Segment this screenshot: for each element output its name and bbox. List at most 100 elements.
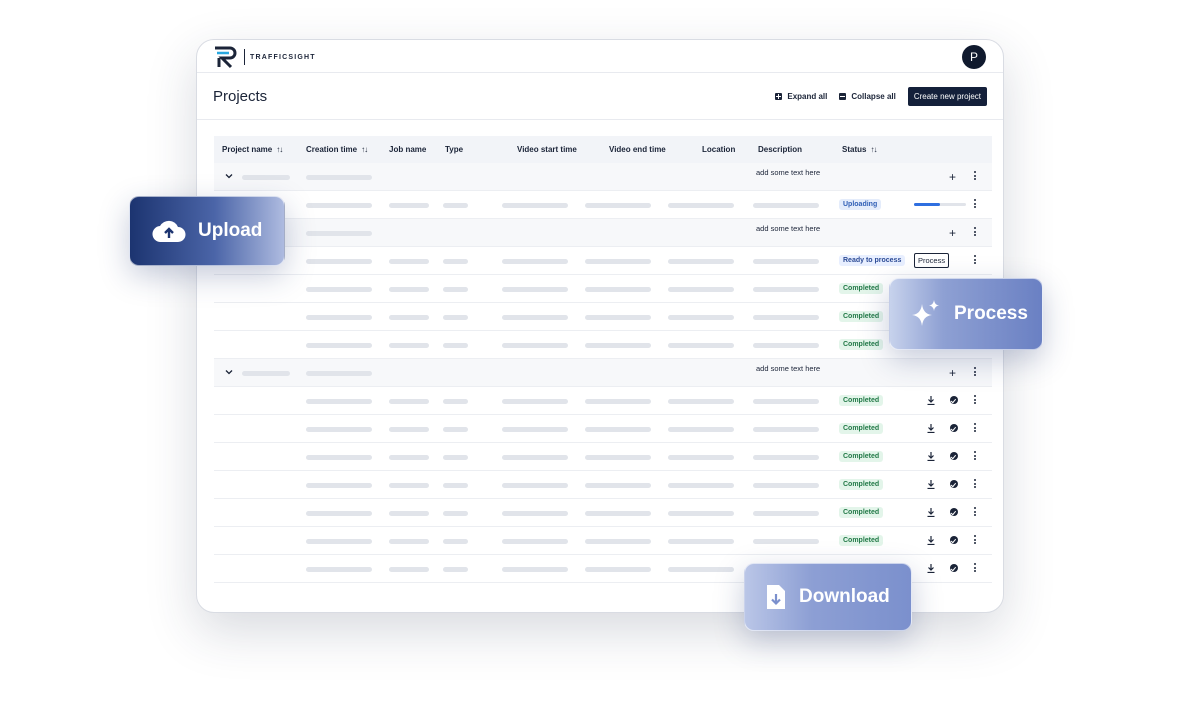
- logo[interactable]: TRAFFICSIGHT: [213, 45, 316, 69]
- check-circle-icon: [950, 564, 958, 572]
- skeleton-placeholder: [585, 483, 651, 488]
- more-options-icon[interactable]: [974, 563, 977, 574]
- more-options-icon[interactable]: [974, 479, 977, 490]
- collapse-all-button[interactable]: Collapse all: [839, 92, 896, 101]
- more-options-icon[interactable]: [974, 171, 977, 182]
- skeleton-placeholder: [389, 567, 429, 572]
- more-options-icon[interactable]: [974, 535, 977, 546]
- skeleton-placeholder: [242, 175, 290, 180]
- status-badge: Completed: [839, 395, 884, 406]
- page-title: Projects: [213, 88, 268, 105]
- skeleton-placeholder: [443, 427, 468, 432]
- file-download-icon: [765, 583, 787, 611]
- skeleton-placeholder: [753, 259, 819, 264]
- chevron-down-icon[interactable]: [225, 172, 233, 180]
- skeleton-placeholder: [753, 539, 819, 544]
- download-icon[interactable]: [927, 508, 935, 517]
- job-row[interactable]: Completed: [214, 415, 992, 443]
- job-row[interactable]: Completed: [214, 499, 992, 527]
- project-group-row[interactable]: add some text here +: [214, 163, 992, 191]
- more-options-icon[interactable]: [974, 227, 977, 238]
- user-avatar[interactable]: P: [962, 45, 986, 69]
- skeleton-placeholder: [306, 483, 372, 488]
- check-circle-icon: [950, 452, 958, 460]
- col-status[interactable]: Status ↑↓: [842, 145, 877, 154]
- skeleton-placeholder: [502, 399, 568, 404]
- job-row[interactable]: Completed: [214, 275, 992, 303]
- page-header: Projects Expand all Collapse all Create …: [197, 73, 1003, 120]
- skeleton-placeholder: [306, 399, 372, 404]
- job-row[interactable]: Ready to process Process: [214, 247, 992, 275]
- col-creation-time[interactable]: Creation time ↑↓: [306, 145, 368, 154]
- skeleton-placeholder: [242, 371, 290, 376]
- status-badge: Completed: [839, 339, 884, 350]
- download-icon[interactable]: [927, 452, 935, 461]
- top-bar: TRAFFICSIGHT P: [197, 40, 1003, 73]
- project-group-row[interactable]: add some text here +: [214, 219, 992, 247]
- col-video-start: Video start time: [517, 145, 577, 154]
- expand-all-label: Expand all: [787, 92, 828, 101]
- skeleton-placeholder: [306, 175, 372, 180]
- collapse-icon: [839, 93, 847, 100]
- add-icon[interactable]: +: [949, 171, 956, 183]
- more-options-icon[interactable]: [974, 199, 977, 210]
- skeleton-placeholder: [443, 315, 468, 320]
- skeleton-placeholder: [585, 259, 651, 264]
- add-icon[interactable]: +: [949, 367, 956, 379]
- chevron-down-icon[interactable]: [225, 368, 233, 376]
- col-label: Status: [842, 145, 867, 154]
- create-new-project-button[interactable]: Create new project: [907, 87, 987, 106]
- col-project-name[interactable]: Project name ↑↓: [222, 145, 283, 154]
- col-label: Creation time: [306, 145, 358, 154]
- download-icon[interactable]: [927, 564, 935, 573]
- skeleton-placeholder: [389, 315, 429, 320]
- process-button[interactable]: Process: [914, 253, 950, 268]
- download-icon[interactable]: [927, 396, 935, 405]
- check-circle-icon: [950, 396, 958, 404]
- job-row[interactable]: Completed: [214, 443, 992, 471]
- check-circle-icon: [950, 508, 958, 516]
- sort-icon: ↑↓: [361, 145, 368, 154]
- job-row[interactable]: Uploading: [214, 191, 992, 219]
- skeleton-placeholder: [306, 203, 372, 208]
- skeleton-placeholder: [585, 567, 651, 572]
- skeleton-placeholder: [443, 539, 468, 544]
- skeleton-placeholder: [389, 399, 429, 404]
- skeleton-placeholder: [306, 231, 372, 236]
- job-row[interactable]: Completed: [214, 303, 992, 331]
- skeleton-placeholder: [502, 427, 568, 432]
- process-label: Process: [954, 303, 1028, 324]
- expand-all-button[interactable]: Expand all: [775, 92, 827, 101]
- download-icon[interactable]: [927, 480, 935, 489]
- status-badge: Completed: [839, 451, 884, 462]
- project-group-row[interactable]: add some text here +: [214, 359, 992, 387]
- description-text: add some text here: [756, 224, 821, 233]
- description-text: add some text here: [756, 168, 821, 177]
- skeleton-placeholder: [502, 539, 568, 544]
- status-badge: Completed: [839, 423, 884, 434]
- col-job-name: Job name: [389, 145, 427, 154]
- job-row[interactable]: Completed: [214, 527, 992, 555]
- upload-callout: Upload: [129, 196, 285, 266]
- more-options-icon[interactable]: [974, 423, 977, 434]
- projects-table: Project name ↑↓ Creation time ↑↓ Job name …: [214, 136, 992, 583]
- skeleton-placeholder: [306, 427, 372, 432]
- download-icon[interactable]: [927, 536, 935, 545]
- job-row[interactable]: Completed: [214, 331, 992, 359]
- more-options-icon[interactable]: [974, 507, 977, 518]
- more-options-icon[interactable]: [974, 451, 977, 462]
- status-badge: Completed: [839, 479, 884, 490]
- col-type: Type: [445, 145, 464, 154]
- add-icon[interactable]: +: [949, 227, 956, 239]
- more-options-icon[interactable]: [974, 367, 977, 378]
- skeleton-placeholder: [668, 203, 734, 208]
- more-options-icon[interactable]: [974, 395, 977, 406]
- more-options-icon[interactable]: [974, 255, 977, 266]
- expand-icon: [775, 93, 783, 100]
- download-icon[interactable]: [927, 424, 935, 433]
- skeleton-placeholder: [502, 483, 568, 488]
- job-row[interactable]: Completed: [214, 471, 992, 499]
- job-row[interactable]: Completed: [214, 387, 992, 415]
- table-body: add some text here + Uploading add some tex…: [214, 163, 992, 583]
- skeleton-placeholder: [502, 455, 568, 460]
